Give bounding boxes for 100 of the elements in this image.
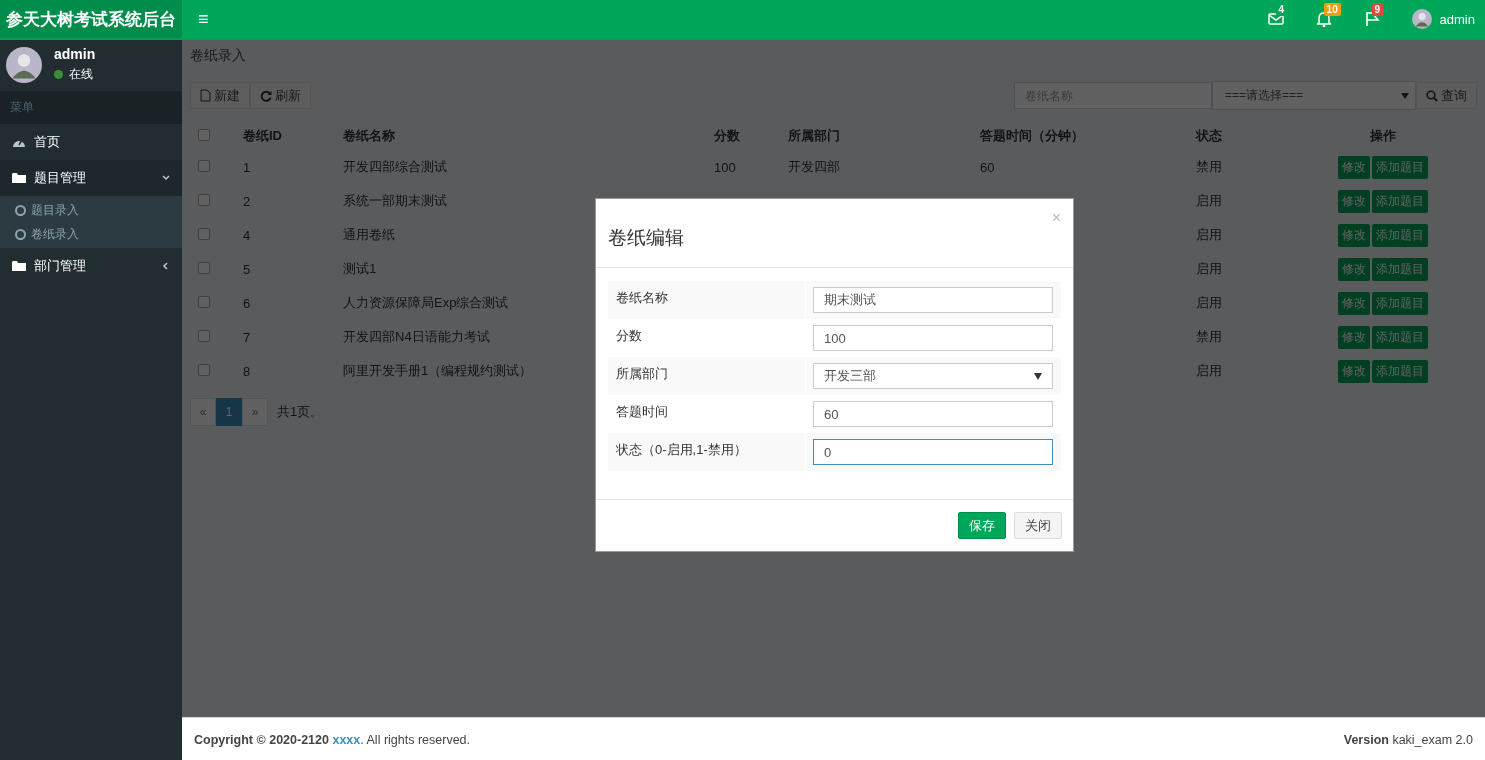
checkbox[interactable] <box>198 159 210 172</box>
table-cell: 测试1 <box>343 261 377 276</box>
menu-item[interactable]: 部门管理 <box>0 248 182 284</box>
column-header: 答题时间（分钟） <box>980 128 1084 143</box>
status-text: 在线 <box>69 66 93 83</box>
checkbox[interactable] <box>198 193 210 206</box>
checkbox[interactable] <box>198 295 210 308</box>
dialog-title: 卷纸编辑 <box>608 226 685 250</box>
refresh-button[interactable]: 刷新 <box>250 82 311 109</box>
table-cell: 启用 <box>1196 227 1222 242</box>
field-label: 状态（0-启用,1-禁用） <box>616 442 747 457</box>
column-header: 所属部门 <box>788 128 840 143</box>
user-name[interactable]: admin <box>1439 11 1475 27</box>
column-header: 卷纸名称 <box>343 128 395 143</box>
column-header: 卷纸ID <box>243 128 282 143</box>
next-page[interactable]: » <box>242 398 268 426</box>
table-cell: 通用卷纸 <box>343 227 395 242</box>
notification-button[interactable]: 10 <box>1315 3 1344 27</box>
status-dot <box>54 70 63 79</box>
avatar <box>6 46 42 83</box>
table-cell: 禁用 <box>1196 329 1222 344</box>
column-header: 操作 <box>1369 128 1396 143</box>
table-cell: 4 <box>243 227 251 243</box>
input-field[interactable]: 0 <box>813 439 1053 465</box>
field-label: 卷纸名称 <box>616 290 668 305</box>
column-header: 分数 <box>714 128 740 143</box>
action-button[interactable]: 添加题目 <box>1371 155 1428 179</box>
table-cell: 7 <box>243 329 251 345</box>
table-cell: 启用 <box>1196 261 1222 276</box>
table-cell: 开发四部N4日语能力考试 <box>343 329 490 344</box>
table-cell: 启用 <box>1196 295 1222 310</box>
bell-icon <box>1315 11 1332 27</box>
new-button[interactable]: 新建 <box>190 82 250 109</box>
mail-icon <box>1267 11 1284 27</box>
page-title: 卷纸录入 <box>190 47 247 65</box>
submenu-item[interactable]: 题目录入 <box>0 198 182 222</box>
table-cell: 开发四部综合测试 <box>343 159 447 174</box>
app-logo[interactable]: 参天大树考试系统后台 <box>0 0 182 38</box>
table-cell: 5 <box>243 261 251 277</box>
checkbox[interactable] <box>198 363 210 376</box>
action-button[interactable]: 修改 <box>1337 291 1370 315</box>
count-badge: 10 <box>1323 3 1341 16</box>
menu-item[interactable]: 首页 <box>0 124 182 160</box>
table-cell: 阿里开发手册1（编程规约测试） <box>343 363 533 378</box>
caret-icon <box>1034 372 1042 380</box>
search-icon <box>1426 89 1438 102</box>
user-name: admin <box>54 46 96 62</box>
select-field[interactable]: 开发三部 <box>813 363 1053 389</box>
refresh-icon <box>260 89 272 102</box>
page-button[interactable]: 1 <box>216 398 242 426</box>
search-button[interactable]: 查询 <box>1416 82 1477 109</box>
table-cell: 启用 <box>1196 193 1222 208</box>
action-button[interactable]: 添加题目 <box>1371 223 1428 247</box>
input-field[interactable]: 100 <box>813 325 1053 351</box>
submenu-item[interactable]: 卷纸录入 <box>0 222 182 246</box>
chevron-icon <box>162 174 170 182</box>
close-button[interactable]: × <box>1051 209 1061 227</box>
field-label: 答题时间 <box>616 404 668 419</box>
count-badge: 9 <box>1371 3 1384 16</box>
action-button[interactable]: 修改 <box>1337 257 1370 281</box>
chevron-icon <box>162 262 170 270</box>
menu-toggle[interactable]: ≡ <box>194 8 213 30</box>
table-cell: 100 <box>714 159 736 175</box>
notification-button[interactable]: 9 <box>1363 3 1392 27</box>
menu-header: 菜单 <box>0 91 182 124</box>
menu-item[interactable]: 题目管理 <box>0 160 182 196</box>
checkbox[interactable] <box>198 128 210 141</box>
table-cell: 1 <box>243 159 251 175</box>
checkbox[interactable] <box>198 227 210 240</box>
save-button[interactable]: 保存 <box>958 512 1006 539</box>
page-summary: 共1页。 <box>277 403 324 421</box>
filter-select[interactable]: ===请选择=== <box>1212 81 1416 110</box>
action-button[interactable]: 添加题目 <box>1371 257 1428 281</box>
action-button[interactable]: 修改 <box>1337 223 1370 247</box>
table-cell: 人力资源保障局Exp综合测试 <box>343 295 509 310</box>
action-button[interactable]: 修改 <box>1337 155 1370 179</box>
checkbox[interactable] <box>198 329 210 342</box>
action-button[interactable]: 修改 <box>1337 325 1370 349</box>
table-cell: 开发四部 <box>788 159 840 174</box>
action-button[interactable]: 添加题目 <box>1371 291 1428 315</box>
field-label: 分数 <box>616 328 642 343</box>
prev-page[interactable]: « <box>190 398 216 426</box>
table-cell: 禁用 <box>1196 159 1222 174</box>
input-field[interactable]: 期末测试 <box>813 287 1053 313</box>
action-button[interactable]: 修改 <box>1337 359 1370 383</box>
avatar <box>1411 9 1432 29</box>
table-cell: 2 <box>243 193 251 209</box>
action-button[interactable]: 添加题目 <box>1371 189 1428 213</box>
notification-button[interactable]: 4 <box>1267 3 1296 27</box>
action-button[interactable]: 添加题目 <box>1371 325 1428 349</box>
copyright-text: Copyright © 2020-2120 xxxx. All rights reserved. <box>194 733 471 747</box>
input-field[interactable]: 60 <box>813 401 1053 427</box>
action-button[interactable]: 添加题目 <box>1371 359 1428 383</box>
table-cell: 60 <box>980 159 995 175</box>
column-header: 状态 <box>1196 128 1222 143</box>
checkbox[interactable] <box>198 261 210 274</box>
action-button[interactable]: 修改 <box>1337 189 1370 213</box>
table-cell: 8 <box>243 363 251 379</box>
close-button[interactable]: 关闭 <box>1014 512 1062 539</box>
version-text: Version kaki_exam 2.0 <box>1343 733 1473 747</box>
